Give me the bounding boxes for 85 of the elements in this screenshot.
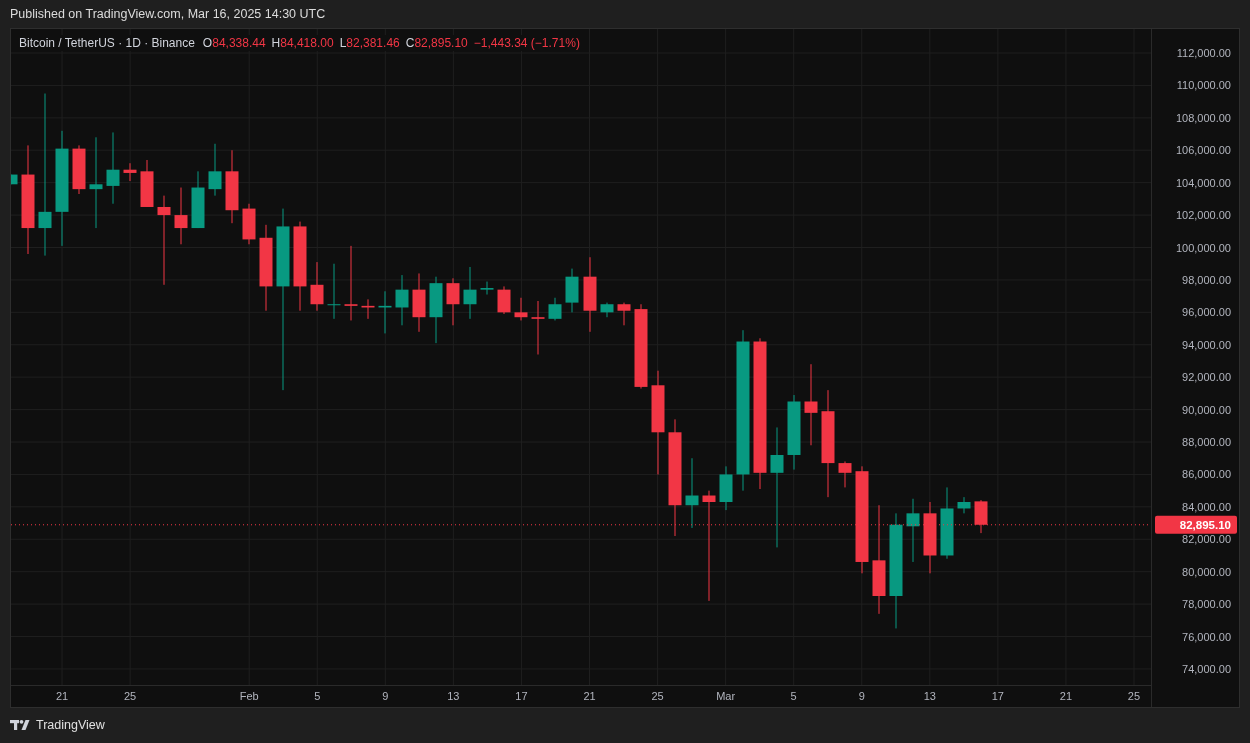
candlestick [463,266,477,319]
price-axis-label: 98,000.00 [1182,273,1231,286]
candlestick [395,275,409,326]
candlestick [310,262,324,311]
candlestick [140,159,154,207]
candlestick [242,203,256,245]
price-axis-label: 96,000.00 [1182,306,1231,319]
price-axis-label: 110,000.00 [1176,79,1231,92]
candlestick [565,268,579,313]
ohlc-value: 82,895.10 [414,36,468,50]
price-axis-label: 94,000.00 [1182,338,1231,351]
price-axis-label: 80,000.00 [1182,565,1231,578]
ohlc-value: 82,381.46 [346,36,400,50]
price-axis-label: 102,000.00 [1175,209,1231,222]
candlestick [72,145,86,194]
logo-icon [10,719,32,731]
price-change: −1,443.34 (−1.71%) [473,36,580,50]
ref-line-label: 82,895.10 [1179,518,1231,531]
candlestick [361,299,375,319]
candlestick [208,143,222,196]
date-axis-label: 25 [124,690,137,702]
price-axis-label: 86,000.00 [1182,468,1231,481]
candlestick [531,301,545,355]
candlestick [548,297,562,321]
price-axis-label: 106,000.00 [1175,144,1231,157]
candlestick [446,278,460,326]
candlestick [685,458,699,528]
price-axis-label: 82,000.00 [1182,533,1231,546]
date-axis-label: 25 [1127,690,1141,702]
price-axis-label: 92,000.00 [1182,371,1231,384]
price-axis-label: 76,000.00 [1182,630,1231,643]
candlestick [617,302,631,326]
date-axis-label: 13 [923,690,936,702]
symbol-title: Bitcoin / TetherUS · 1D · Binance [19,36,195,50]
price-axis-label: 84,000.00 [1182,500,1231,513]
date-axis-label: 17 [991,690,1004,702]
candlestick [940,487,954,559]
candlestick [497,286,511,314]
candlestick [123,163,137,182]
candlestick [906,498,920,562]
date-axis-label: 21 [55,690,69,702]
date-axis-label: Feb [239,690,259,702]
price-axis-label: 108,000.00 [1175,111,1231,124]
last-price-tag: 82,895.10 [1155,515,1237,534]
candlestick [514,297,528,321]
date-axis-label: 17 [515,690,528,702]
published-note: Published on TradingView.com, Mar 16, 2025 14:30 UTC [10,7,326,21]
candlestick [838,461,852,488]
candlestick [974,500,988,534]
date-axis-label: 5 [790,690,797,702]
price-axis-label: 74,000.00 [1182,662,1231,675]
candlestick [480,281,494,295]
date-axis-label: 21 [583,690,596,702]
price-axis-label: 88,000.00 [1182,436,1231,448]
candlestick [429,276,443,344]
price-axis-label: 90,000.00 [1182,403,1231,416]
candlestick [174,187,188,245]
date-axis-label: 9 [858,690,865,702]
date-axis-label: 13 [447,690,460,702]
date-axis-label: 9 [382,690,389,702]
ohlc-label: O [202,36,213,50]
candlestick [327,263,341,319]
candlestick [106,132,120,204]
date-axis-label: Mar [716,690,736,702]
ohlc-value: 84,418.00 [280,36,334,50]
candlestick [957,497,971,514]
date-axis-label: 21 [1059,690,1073,702]
date-axis-label: 25 [651,690,664,702]
date-axis-label: 5 [314,690,321,702]
candlestick [378,291,392,334]
candlestick [11,174,18,185]
brand-name: TradingView [36,718,105,732]
price-axis-label: 78,000.00 [1182,598,1231,611]
candlestick [719,466,733,511]
price-axis-label: 100,000.00 [1175,241,1231,254]
price-axis-label: 112,000.00 [1176,47,1231,59]
candlestick [600,302,614,318]
ohlc-label: H [271,36,281,50]
candlestick [191,171,205,229]
ohlc-value: 84,338.44 [212,36,266,50]
ohlc-label: L [339,36,347,50]
candlestick [923,502,937,574]
ohlc-label: C [405,36,415,50]
candlestick [412,273,426,332]
price-axis-label: 104,000.00 [1175,176,1231,189]
